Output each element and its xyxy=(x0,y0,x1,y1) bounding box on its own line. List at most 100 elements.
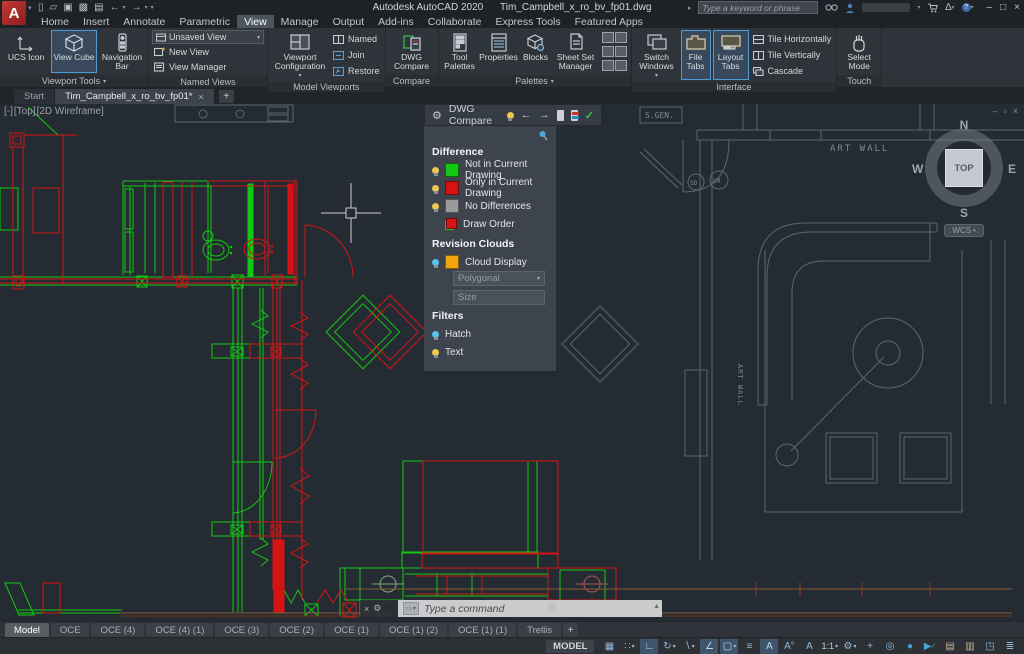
switch-windows-button[interactable]: Switch Windows ▾ xyxy=(635,30,679,80)
autocad-logo-icon[interactable]: A xyxy=(2,1,26,25)
file-tabs-button[interactable]: File Tabs xyxy=(680,30,711,81)
grid-display-toggle[interactable]: ▦ xyxy=(600,639,618,654)
tab-express-tools[interactable]: Express Tools xyxy=(488,15,567,28)
no-differences-row[interactable]: No Differences xyxy=(432,197,548,215)
command-input[interactable]: ▭ ▾ Type a command ⊠ ▲ xyxy=(398,600,662,617)
tab-output[interactable]: Output xyxy=(326,15,372,28)
group-label-named-views[interactable]: Named Views xyxy=(149,76,267,87)
doc-restore-button[interactable]: ▫ xyxy=(1004,106,1007,116)
tab-home[interactable]: Home xyxy=(34,15,76,28)
named-viewports-button[interactable]: Named xyxy=(331,32,382,46)
compass-east[interactable]: E xyxy=(1008,162,1016,176)
viewport-configuration-button[interactable]: Viewport Configuration ▾ xyxy=(271,30,329,80)
clean-screen-toggle[interactable]: ◳ xyxy=(981,639,999,654)
sign-in-caret-icon[interactable]: ▾ xyxy=(917,4,920,11)
navigation-bar-button[interactable]: Navigation Bar xyxy=(99,30,145,73)
view-manager-button[interactable]: View Manager xyxy=(152,60,264,74)
graphics-performance-toggle[interactable]: ▶ ✓ xyxy=(921,639,939,654)
panel-pushpin-icon[interactable] xyxy=(432,130,548,141)
cloud-shape-dropdown[interactable]: Polygonal ▾ xyxy=(453,271,545,286)
help-icon[interactable]: ? ▾ xyxy=(961,3,974,12)
annotation-scale-list[interactable]: 1:1 ▾ xyxy=(820,639,839,654)
green-swatch[interactable] xyxy=(445,163,459,177)
cascade-button[interactable]: Cascade xyxy=(751,64,834,78)
tab-collaborate[interactable]: Collaborate xyxy=(421,15,489,28)
sheet-set-manager-button[interactable]: Sheet Set Manager xyxy=(554,30,598,73)
ucs-icon-button[interactable]: UCS Icon xyxy=(3,30,49,73)
new-layout-button[interactable]: + xyxy=(563,623,579,637)
next-difference-icon[interactable]: → xyxy=(539,109,550,121)
tab-featured-apps[interactable]: Featured Apps xyxy=(568,15,650,28)
import-objects-icon[interactable] xyxy=(556,109,564,121)
export-snapshot-icon[interactable] xyxy=(570,109,579,121)
compass-west[interactable]: W xyxy=(912,162,923,176)
recent-commands-icon[interactable]: ▭ ▾ xyxy=(403,602,419,615)
tab-manage[interactable]: Manage xyxy=(274,15,326,28)
layout-tab-model[interactable]: Model xyxy=(5,623,49,637)
annotation-scale-icon[interactable]: A xyxy=(800,639,818,654)
layout-tab-oce-3[interactable]: OCE (3) xyxy=(215,623,269,637)
open-file-icon[interactable]: ▱ xyxy=(50,2,58,13)
hatch-filter-row[interactable]: Hatch xyxy=(432,325,548,343)
file-tab-close-icon[interactable]: × xyxy=(199,92,204,102)
compass-south[interactable]: S xyxy=(960,206,968,220)
layout-tab-oce-4-1[interactable]: OCE (4) (1) xyxy=(146,623,214,637)
sign-in-icon[interactable] xyxy=(845,3,855,13)
text-bulb-icon[interactable] xyxy=(432,348,439,358)
named-view-dropdown[interactable]: Unsaved View ▾ xyxy=(152,30,264,44)
redo-caret-icon[interactable]: ▾ xyxy=(145,4,148,11)
blocks-button[interactable]: Blocks xyxy=(520,30,552,73)
restore-viewports-button[interactable]: Restore xyxy=(331,64,382,78)
only-in-current-row[interactable]: Only in Current Drawing xyxy=(432,177,548,199)
search-input[interactable]: Type a keyword or phrase xyxy=(698,1,819,14)
tile-vertically-button[interactable]: Tile Vertically xyxy=(751,48,834,62)
previous-difference-icon[interactable]: ← xyxy=(521,109,532,121)
properties-button[interactable]: Properties xyxy=(479,30,518,73)
tool-palettes-button[interactable]: Tool Palettes xyxy=(442,30,478,73)
workspace-switching-menu[interactable]: ⚙ ▾ xyxy=(841,639,859,654)
bulb-icon[interactable] xyxy=(432,202,439,212)
dynamic-input-toggle[interactable]: ∟ xyxy=(640,638,659,654)
logo-caret-icon[interactable]: ▾ xyxy=(28,4,32,12)
tile-horizontally-button[interactable]: Tile Horizontally xyxy=(751,32,834,46)
doc-close-button[interactable]: × xyxy=(1013,106,1018,116)
palette-extra-buttons[interactable] xyxy=(600,30,628,73)
lineweight-toggle[interactable]: ≡ xyxy=(740,639,758,654)
group-label-viewport-tools[interactable]: Viewport Tools ▾ xyxy=(0,75,148,87)
redo-icon[interactable]: → xyxy=(132,2,142,13)
red-swatch[interactable] xyxy=(445,181,459,195)
layout-tab-oce[interactable]: OCE xyxy=(50,623,90,637)
save-icon[interactable]: ▣ xyxy=(63,2,72,13)
viewport-minimize-control[interactable]: [-] xyxy=(4,106,13,117)
new-file-icon[interactable]: ▯ xyxy=(38,2,44,13)
undo-icon[interactable]: ← xyxy=(110,2,120,13)
layout-tab-trellis[interactable]: Trellis xyxy=(518,623,562,637)
customization-menu[interactable]: ≣ xyxy=(1001,639,1019,654)
text-filter-row[interactable]: Text xyxy=(432,343,548,361)
isolate-objects-toggle[interactable]: ◎ xyxy=(881,639,899,654)
layout-tab-oce-1[interactable]: OCE (1) xyxy=(325,623,378,637)
units-icon[interactable]: ▥ xyxy=(961,639,979,654)
close-button[interactable]: × xyxy=(1014,2,1020,13)
cloud-display-row[interactable]: Cloud Display xyxy=(432,253,548,271)
bulb-icon[interactable] xyxy=(432,184,439,194)
layout-tab-oce-2[interactable]: OCE (2) xyxy=(270,623,324,637)
autoscale-toggle[interactable]: A° xyxy=(780,639,798,654)
layout-tab-oce-1-2[interactable]: OCE (1) (2) xyxy=(379,623,448,637)
tab-addins[interactable]: Add-ins xyxy=(371,15,421,28)
autodesk-account-icon[interactable]: ∆ ▾ xyxy=(945,2,954,13)
cloud-visibility-bulb-icon[interactable] xyxy=(432,258,439,268)
gray-swatch[interactable] xyxy=(445,199,459,213)
compass-north[interactable]: N xyxy=(960,118,969,132)
compare-toggle-bulb-icon[interactable] xyxy=(506,111,514,121)
model-space-toggle[interactable]: MODEL xyxy=(546,639,595,653)
app-store-cart-icon[interactable] xyxy=(927,3,939,13)
tab-parametric[interactable]: Parametric xyxy=(172,15,237,28)
file-tab-document[interactable]: Tim_Campbell_x_ro_bv_fp01* × xyxy=(55,89,214,104)
annotation-monitor-toggle[interactable]: + xyxy=(861,639,879,654)
new-drawing-tab-button[interactable]: + xyxy=(218,90,234,103)
compare-done-check-icon[interactable]: ✓ xyxy=(585,109,594,122)
trusted-locations-icon[interactable]: ▤ xyxy=(941,639,959,654)
snap-mode-toggle[interactable]: ∷ ▾ xyxy=(620,639,638,654)
group-label-compare[interactable]: Compare xyxy=(385,75,438,87)
